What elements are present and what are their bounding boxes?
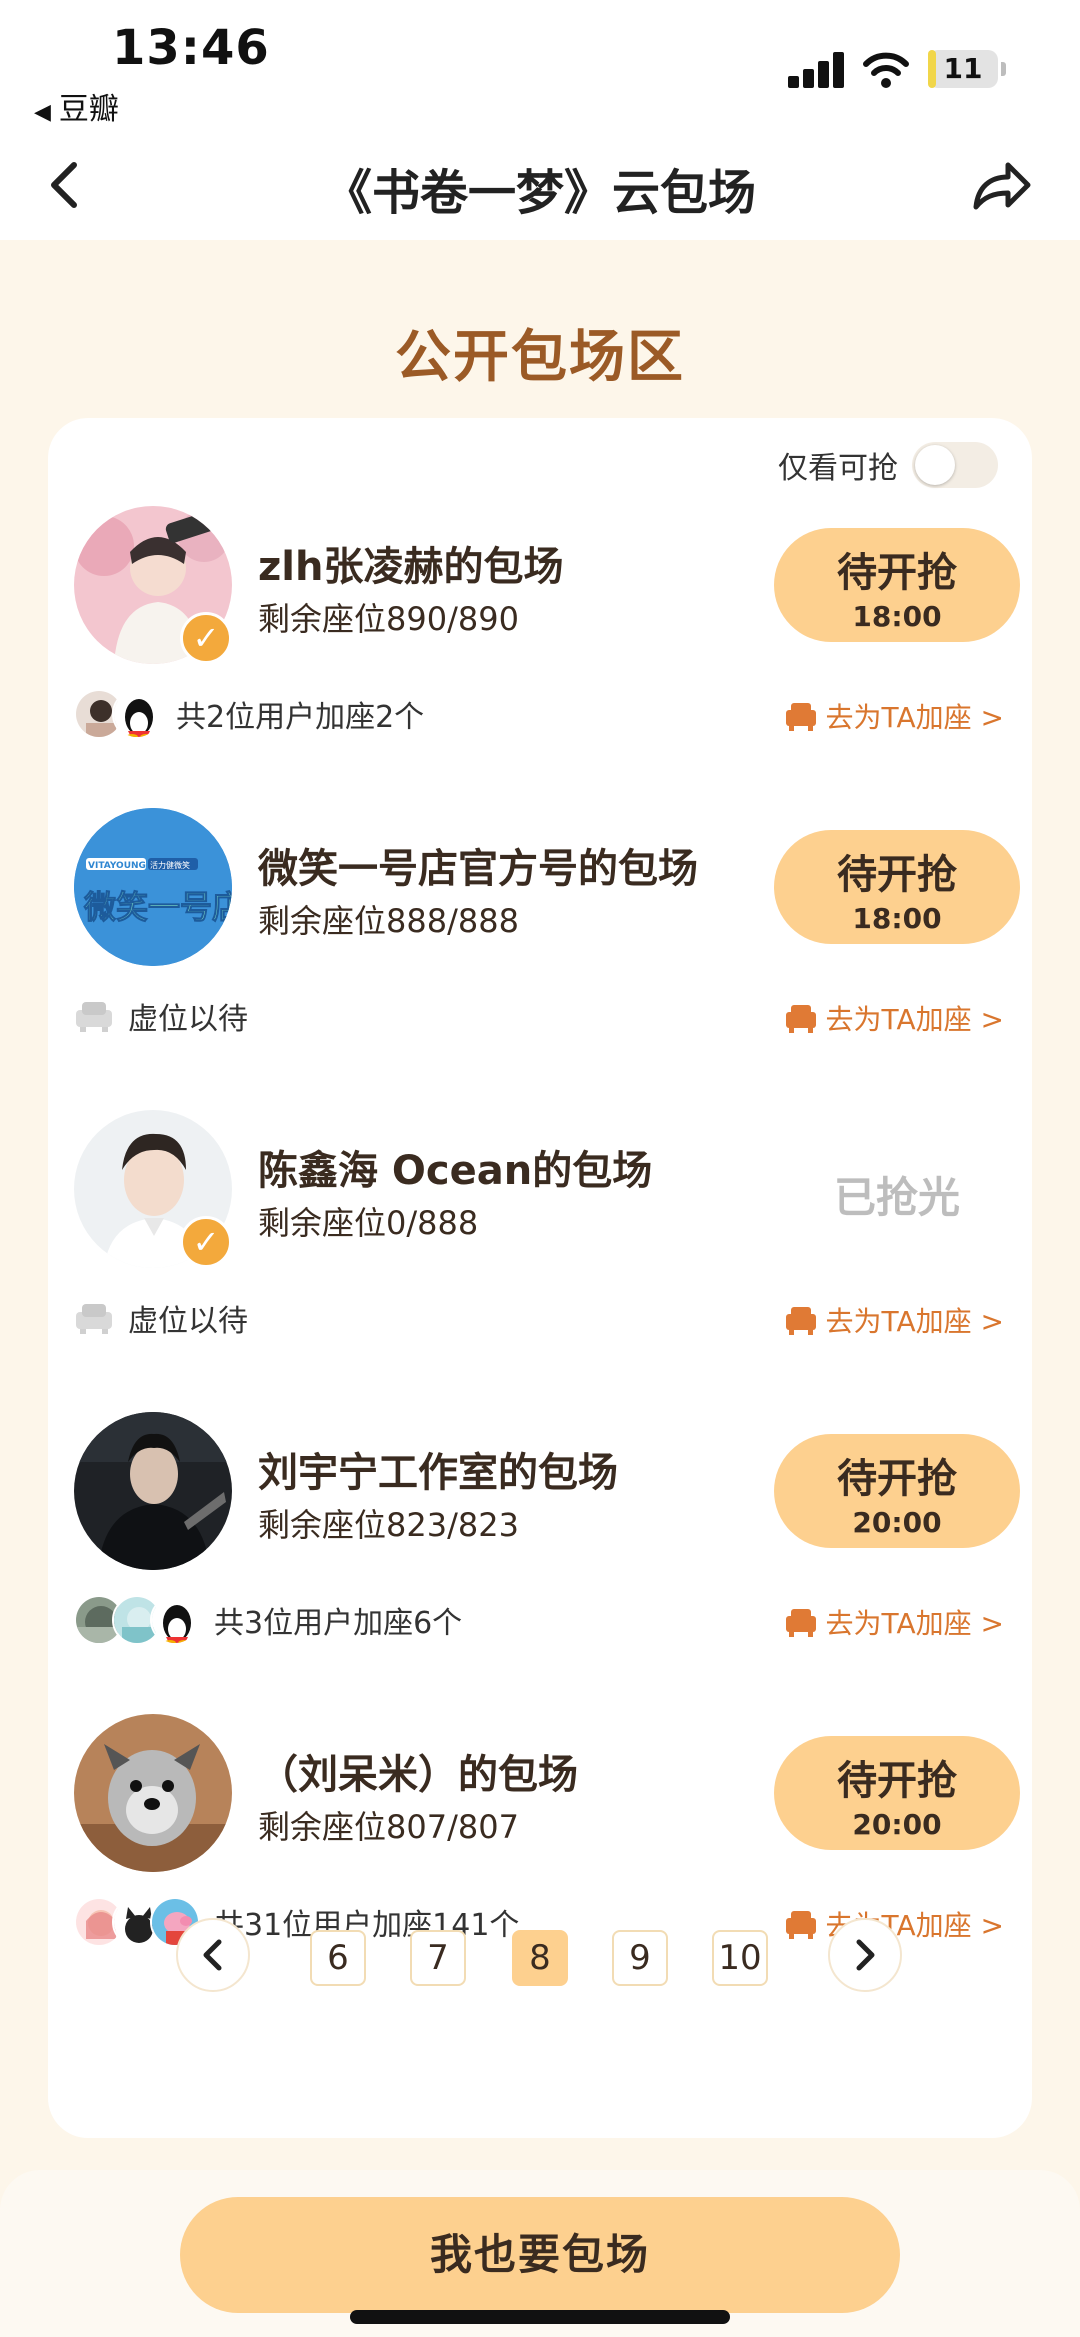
avatar[interactable] [74,1412,232,1570]
joined-users: 共2位用户加座2个 [74,686,424,742]
chevron-left-icon [203,1939,222,1971]
page-10-button[interactable]: 10 [712,1930,768,1986]
status-time: 13:46 [112,20,270,76]
list-item: ✓ zlh张凌赫的包场 剩余座位890/890 待开抢 18:00 共2位用户加… [48,506,1032,806]
add-seat-link[interactable]: 去为TA加座 > [784,998,1004,1038]
remaining-seats: 剩余座位823/823 [258,1506,519,1544]
sofa-icon [785,1005,816,1033]
grab-time: 18:00 [852,902,942,935]
vacancy-text: 虚位以待 [128,1304,248,1339]
joined-users-text: 共2位用户加座2个 [176,700,425,735]
joined-users-text: 共3位用户加座6个 [214,1606,463,1641]
wifi-icon [863,52,909,88]
status-bar: 13:46 ◀ 豆瓣 11 [0,0,1080,135]
screening-name: 刘宇宁工作室的包场 [258,1450,618,1496]
only-grab-filter[interactable]: 仅看可抢 [778,442,998,488]
page-6-button[interactable]: 6 [310,1930,366,1986]
remaining-seats: 剩余座位890/890 [258,600,519,638]
avatar[interactable] [74,1714,232,1872]
chevron-right-icon [856,1939,875,1971]
avatar[interactable]: VITAYOUNG 活力健微笑 微笑一号店 [74,808,232,966]
qq-penguin-avatar-icon [150,1595,200,1645]
list-item: VITAYOUNG 活力健微笑 微笑一号店 微笑一号店官方号的包场 剩余座位88… [48,808,1032,1108]
brand-text: VITAYOUNG [88,861,146,871]
add-seat-link[interactable]: 去为TA加座 > [784,696,1004,736]
grab-button[interactable]: 待开抢 20:00 [774,1434,1020,1548]
list-item: 刘宇宁工作室的包场 剩余座位823/823 待开抢 20:00 共3位用户加座6… [48,1412,1032,1712]
public-screening-list: 仅看可抢 ✓ zlh张凌赫的包场 剩余座位890/890 待开抢 18:00 共… [48,418,1032,2138]
sofa-icon [785,1609,816,1637]
remaining-seats: 剩余座位888/888 [258,902,519,940]
list-item: ✓ 陈鑫海 Ocean的包场 剩余座位0/888 已抢光 虚位以待 去为TA加座… [48,1110,1032,1410]
home-indicator [350,2310,730,2324]
next-page-button[interactable] [828,1918,902,1992]
qq-penguin-avatar-icon [112,689,162,739]
grab-button[interactable]: 待开抢 20:00 [774,1736,1020,1850]
screening-name: 陈鑫海 Ocean的包场 [258,1148,653,1194]
empty-seat-icon [76,1002,112,1032]
add-seat-label: 去为TA加座 > [825,1607,1004,1640]
page-8-button[interactable]: 8 [512,1930,568,1986]
joined-users: 共3位用户加座6个 [74,1592,462,1648]
battery-icon: 11 [928,50,1006,88]
grab-button-label: 待开抢 [837,550,957,596]
grab-time: 20:00 [852,1808,942,1841]
back-triangle-icon: ◀ [34,100,51,125]
back-app-label: 豆瓣 [58,92,119,127]
grab-time: 20:00 [852,1506,942,1539]
page-title: 《书卷一梦》云包场 [323,165,756,221]
empty-seat-icon [76,1304,112,1334]
add-seat-link[interactable]: 去为TA加座 > [784,1300,1004,1340]
add-seat-label: 去为TA加座 > [825,1003,1004,1036]
nav-bar: 《书卷一梦》云包场 [0,135,1080,240]
only-grab-label: 仅看可抢 [778,451,898,486]
create-screening-button[interactable]: 我也要包场 [180,2197,900,2313]
add-seat-label: 去为TA加座 > [825,701,1004,734]
back-to-app-link[interactable]: ◀ 豆瓣 [34,84,119,128]
pagination: 6 7 8 9 10 [48,1918,1032,1998]
page-9-button[interactable]: 9 [612,1930,668,1986]
sold-out-status: 已抢光 [833,1173,960,1222]
brand-logo-text: 微笑一号店 [83,888,232,926]
section-title: 公开包场区 [395,325,685,390]
prev-page-button[interactable] [176,1918,250,1992]
vacancy-text: 虚位以待 [128,1002,248,1037]
screening-name: 微笑一号店官方号的包场 [258,846,698,892]
screening-name: zlh张凌赫的包场 [258,544,564,590]
grab-button-label: 待开抢 [837,1758,957,1804]
share-icon[interactable] [968,153,1034,219]
grab-button-label: 待开抢 [837,1456,957,1502]
sofa-icon [785,703,816,731]
joined-users: 虚位以待 [74,1290,248,1346]
battery-percent: 11 [943,52,983,85]
grab-button[interactable]: 待开抢 18:00 [774,528,1020,642]
grab-button-label: 待开抢 [837,852,957,898]
remaining-seats: 剩余座位807/807 [258,1808,519,1846]
screening-name: （刘呆米）的包场 [258,1752,578,1798]
page-7-button[interactable]: 7 [410,1930,466,1986]
joined-users: 虚位以待 [74,988,248,1044]
grab-time: 18:00 [852,600,942,633]
cellular-signal-icon [788,52,844,88]
add-seat-link[interactable]: 去为TA加座 > [784,1602,1004,1642]
verified-badge-icon: ✓ [180,1216,232,1268]
verified-badge-icon: ✓ [180,612,232,664]
sofa-icon [785,1307,816,1335]
brand-subtext: 活力健微笑 [150,860,190,870]
add-seat-label: 去为TA加座 > [825,1305,1004,1338]
remaining-seats: 剩余座位0/888 [258,1204,479,1242]
only-grab-toggle[interactable] [912,442,998,488]
grab-button[interactable]: 待开抢 18:00 [774,830,1020,944]
